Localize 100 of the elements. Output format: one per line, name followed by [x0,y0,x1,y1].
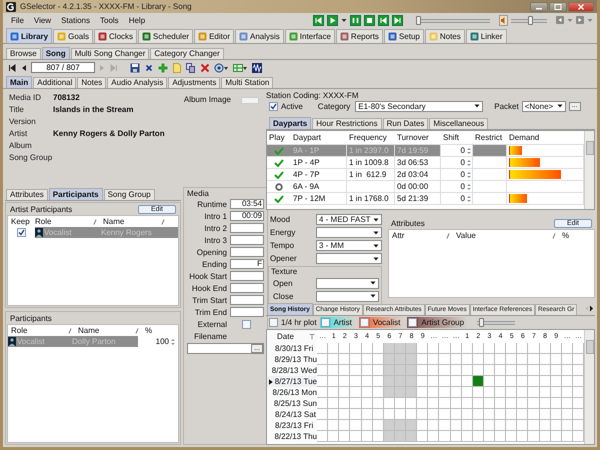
row-header[interactable]: 8/29/13 Thu [267,354,317,365]
dropdown[interactable] [316,227,382,238]
table-row[interactable]: 1P - 4P 1 in 1009.8 3d 06:53 0 [267,157,584,169]
packet-dropdown[interactable]: <None> [522,100,566,112]
next-button[interactable] [392,14,403,26]
input-field[interactable]: F [230,259,264,269]
checkbox[interactable] [17,228,26,237]
menu-item[interactable]: Stations [57,16,94,24]
module-tab[interactable]: Goals [53,29,94,43]
module-tab[interactable]: Clocks [94,29,138,43]
module-tab[interactable]: Library [6,28,52,43]
shift-spinner[interactable]: 0 [441,157,473,168]
module-tab[interactable]: Editor [194,29,234,43]
menu-item[interactable]: Tools [96,16,123,24]
forward-button[interactable] [576,16,584,24]
tab[interactable]: Multi Station [221,77,274,88]
back-button[interactable] [556,16,564,24]
row-header[interactable]: 8/26/13 Mon [267,387,317,398]
row-header[interactable]: 8/24/13 Sat [267,409,317,420]
table-row[interactable]: 6A - 9A 0d 00:00 0 [267,181,584,193]
dropdown[interactable]: 4 - MED FAST [316,214,382,225]
module-tab[interactable]: Analysis [234,29,284,43]
tab[interactable]: Hour Restrictions [312,118,382,129]
volume-slider[interactable] [511,16,547,24]
scrollbar[interactable] [584,330,594,444]
delete-button[interactable] [199,62,211,72]
table-row[interactable]: Vocalist Dolly Parton 100 [8,336,178,347]
table-row[interactable]: 9A - 1P 1 in 2397.0 7d 19:59 0 [267,145,584,157]
zoom-slider[interactable] [477,318,516,327]
module-tab[interactable]: Setup [384,29,424,43]
percent-spinner[interactable]: 100 [138,337,178,346]
module-tab[interactable]: Notes [424,29,465,43]
column-header[interactable]: Restrict [473,133,507,142]
maximize-button[interactable] [549,2,567,12]
module-tab[interactable]: Interface [284,29,335,43]
column-header[interactable]: Name [78,326,135,335]
module-tab[interactable]: Scheduler [138,29,194,43]
module-tab[interactable]: Reports [336,29,383,43]
row-header[interactable]: 8/23/13 Fri [267,420,317,431]
tab[interactable]: Category Changer [150,48,224,59]
row-header[interactable]: 8/27/13 Tue [267,376,317,387]
row-header[interactable]: 8/28/13 Wed [267,365,317,376]
save-button[interactable] [129,62,141,72]
column-header[interactable]: Shift [441,133,473,142]
input-field[interactable] [230,295,264,305]
checkbox[interactable] [269,318,278,327]
column-header[interactable]: Demand [507,133,584,142]
shift-spinner[interactable]: 0 [441,169,473,180]
tab[interactable]: Miscellaneous [429,118,488,129]
module-tab[interactable]: Linker [466,29,507,43]
tab[interactable]: Notes [77,77,106,88]
input-field[interactable] [230,235,264,245]
tab[interactable]: Song [42,47,70,59]
tab[interactable]: Attributes [6,189,48,200]
waveform-button[interactable] [251,62,263,72]
tab[interactable]: Additional [33,77,76,88]
shift-spinner[interactable]: 0 [441,193,473,204]
tab-scroll-arrows-icon[interactable] [584,304,594,313]
checkbox[interactable] [269,102,278,110]
tab[interactable]: Dayparts [269,117,312,129]
row-header[interactable]: 8/30/13 Fri [267,343,317,354]
column-header[interactable]: Frequency [347,133,395,142]
slider-thumb[interactable] [528,16,534,24]
menu-item[interactable]: Help [124,16,150,24]
input-field[interactable] [230,223,264,233]
tab[interactable]: Song Group [104,189,155,200]
tab[interactable]: Participants [48,188,103,200]
play-button[interactable] [327,14,338,26]
column-header[interactable]: Daypart [291,133,347,142]
column-header[interactable]: Attr [392,231,446,240]
input-field[interactable] [230,307,264,317]
row-header[interactable]: 8/22/13 Thu [267,431,317,442]
column-header[interactable]: Keep [11,217,35,226]
column-header[interactable]: % [145,326,152,335]
input-field[interactable] [230,271,264,281]
slider-thumb[interactable] [416,16,421,24]
row-header[interactable]: 8/25/13 Sun [267,398,317,409]
position-slider[interactable] [416,16,490,24]
table-row[interactable]: 7P - 12M 1 in 1768.0 5d 21:39 0 [267,193,584,205]
tab[interactable]: Browse [6,48,41,59]
tab[interactable]: Audio Analysis [107,77,168,88]
table-row[interactable]: 4P - 7P 1 in 612.9 2d 03:04 0 [267,169,584,181]
column-header[interactable]: Play [267,133,291,142]
column-header[interactable]: Name [103,217,161,226]
menu-item[interactable]: View [30,16,56,24]
copy-button[interactable] [185,62,197,72]
checkbox[interactable] [242,320,250,328]
tab[interactable]: Multi Song Changer [70,48,150,59]
column-header[interactable]: Role [11,326,68,335]
tab[interactable]: Adjustments [168,77,220,88]
first-button[interactable] [313,14,324,26]
column-header[interactable]: Value [456,231,552,240]
input-field[interactable]: 00:09 [230,211,264,221]
input-field[interactable] [230,283,264,293]
dropdown[interactable] [316,290,379,302]
pause-button[interactable] [350,14,361,26]
prev-button[interactable] [378,14,389,26]
input-field[interactable] [230,247,264,257]
menu-item[interactable]: File [7,16,28,24]
first-record-button[interactable] [7,64,17,72]
